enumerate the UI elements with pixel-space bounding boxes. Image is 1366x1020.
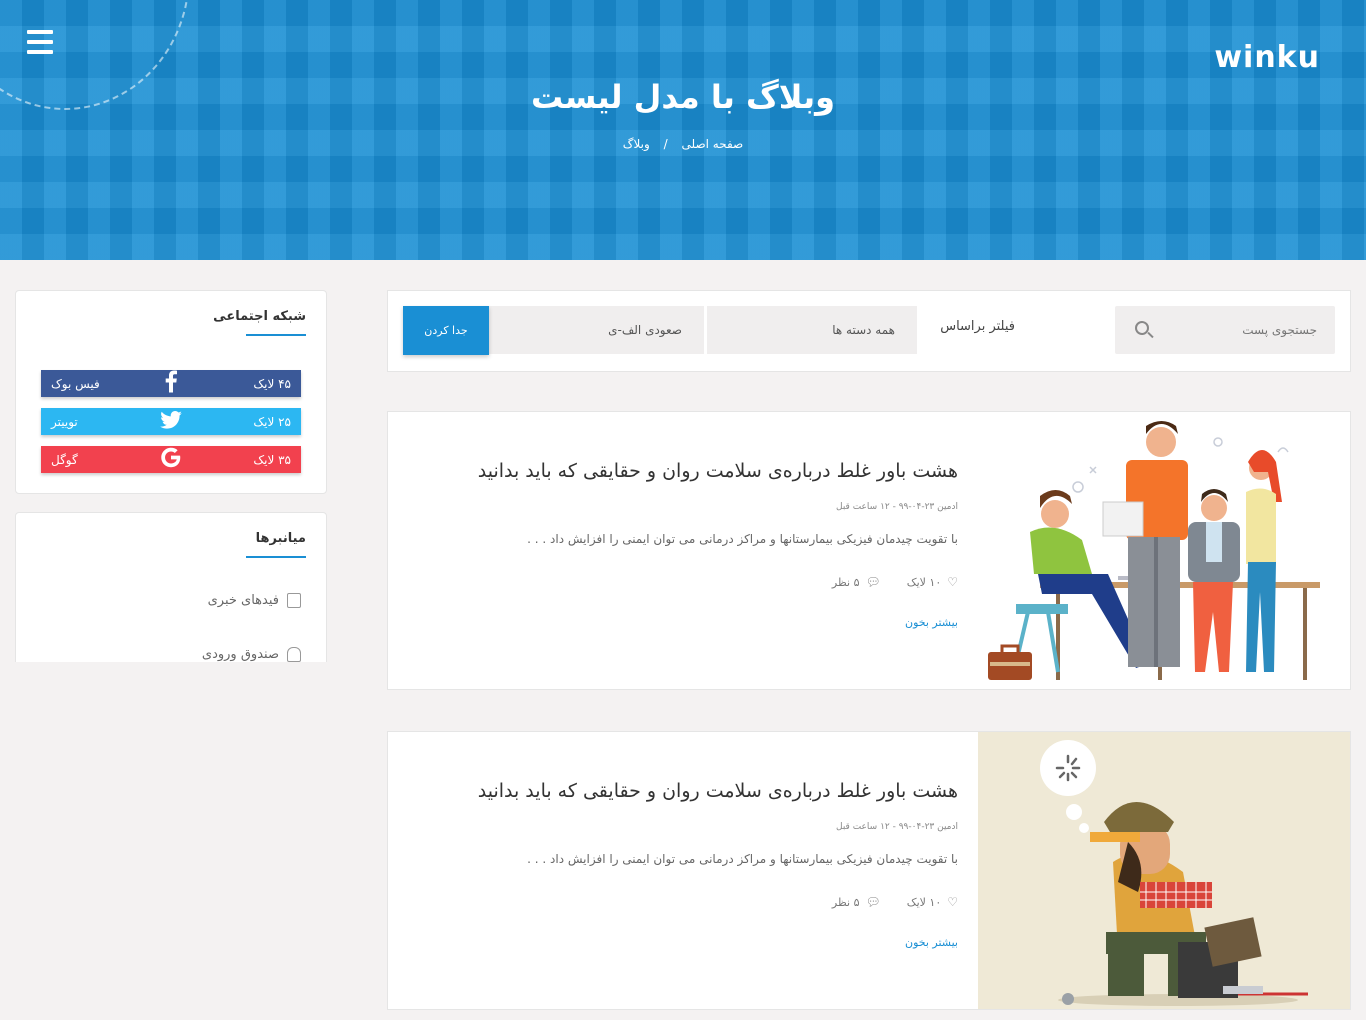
social-name: گوگل [51, 452, 78, 467]
shortcut-label: صندوق ورودی [201, 647, 279, 662]
shortcut-label: فیدهای خبری [207, 593, 279, 608]
social-name: توییتر [51, 414, 78, 429]
shortcuts-widget: میانبرها فیدهای خبری صندوق ورودی [15, 512, 327, 662]
shortcut-newsfeed[interactable]: فیدهای خبری [208, 593, 301, 608]
breadcrumb-blog[interactable]: وبلاگ [623, 137, 650, 151]
page-title: وبلاگ با مدل لیست [531, 78, 835, 116]
post-image[interactable] [978, 412, 1350, 689]
inbox-icon [287, 647, 301, 662]
shortcut-inbox[interactable]: صندوق ورودی [202, 647, 301, 662]
heart-icon: ♡ [947, 895, 958, 909]
like-count[interactable]: ♡ ۱۰ لایک [907, 575, 958, 589]
comment-label: ۵ نظر [831, 575, 860, 589]
social-likes: ۴۵ لایک [253, 376, 291, 391]
breadcrumb-separator: / [663, 137, 668, 151]
twitter-icon [160, 410, 182, 434]
search-icon[interactable] [1135, 321, 1149, 335]
read-more-link[interactable]: بیشتر بخون [905, 936, 958, 949]
comment-icon: 💬︎ [865, 895, 881, 909]
comment-icon: 💬︎ [865, 575, 881, 589]
post-stats: ♡ ۱۰ لایک 💬︎ ۵ نظر [832, 575, 958, 589]
read-more-link[interactable]: بیشتر بخون [905, 616, 958, 629]
social-network-widget: شبکه اجتماعی ۴۵ لایک فیس بوک ۲۵ لایک توی… [15, 290, 327, 494]
logo[interactable]: winku [1214, 40, 1320, 75]
like-count[interactable]: ♡ ۱۰ لایک [907, 895, 958, 909]
facebook-button[interactable]: ۴۵ لایک فیس بوک [41, 370, 301, 397]
search-box[interactable] [1115, 306, 1335, 354]
google-icon [160, 446, 182, 473]
post-image[interactable] [978, 732, 1350, 1009]
comment-label: ۵ نظر [831, 895, 860, 909]
page-header: winku وبلاگ با مدل لیست صفحه اصلی / وبلا… [0, 0, 1366, 260]
search-input[interactable] [1145, 306, 1335, 354]
hamburger-menu-icon[interactable] [27, 30, 53, 54]
filter-bar: فیلتر براساس همه دسته ها صعودی الف-ی جدا… [387, 290, 1351, 372]
facebook-icon [164, 370, 178, 397]
filter-label: فیلتر براساس [940, 319, 1015, 334]
heart-icon: ♡ [947, 575, 958, 589]
social-name: فیس بوک [51, 376, 100, 391]
sort-select[interactable]: صعودی الف-ی [488, 306, 704, 354]
post-content: هشت باور غلط درباره‌ی سلامت روان و حقایق… [478, 732, 958, 1009]
post-stats: ♡ ۱۰ لایک 💬︎ ۵ نظر [832, 895, 958, 909]
blog-post: هشت باور غلط درباره‌ی سلامت روان و حقایق… [387, 731, 1351, 1010]
post-title[interactable]: هشت باور غلط درباره‌ی سلامت روان و حقایق… [478, 460, 958, 482]
widget-title: شبکه اجتماعی [213, 309, 306, 336]
like-label: ۱۰ لایک [906, 895, 942, 909]
comment-count[interactable]: 💬︎ ۵ نظر [832, 895, 881, 909]
breadcrumb: صفحه اصلی / وبلاگ [0, 137, 1366, 151]
widget-title: میانبرها [245, 531, 307, 558]
post-meta: ادمین ۲۳-۰۴-۹۹ - ۱۲ ساعت قبل [836, 502, 958, 512]
blog-post: هشت باور غلط درباره‌ی سلامت روان و حقایق… [387, 411, 1351, 690]
post-excerpt: با تقویت چیدمان فیزیکی بیمارستانها و مرا… [527, 852, 958, 866]
google-button[interactable]: ۳۵ لایک گوگل [41, 446, 301, 473]
social-likes: ۲۵ لایک [253, 414, 291, 429]
post-meta: ادمین ۲۳-۰۴-۹۹ - ۱۲ ساعت قبل [836, 822, 958, 832]
twitter-button[interactable]: ۲۵ لایک توییتر [41, 408, 301, 435]
breadcrumb-home[interactable]: صفحه اصلی [681, 137, 743, 151]
post-content: هشت باور غلط درباره‌ی سلامت روان و حقایق… [478, 412, 958, 689]
social-likes: ۳۵ لایک [253, 452, 291, 467]
post-excerpt: با تقویت چیدمان فیزیکی بیمارستانها و مرا… [527, 532, 958, 546]
sort-submit-button[interactable]: جدا کردن [403, 306, 489, 355]
comment-count[interactable]: 💬︎ ۵ نظر [832, 575, 881, 589]
post-title[interactable]: هشت باور غلط درباره‌ی سلامت روان و حقایق… [478, 780, 958, 802]
like-label: ۱۰ لایک [906, 575, 942, 589]
category-select[interactable]: همه دسته ها [707, 306, 917, 354]
clipboard-icon [287, 593, 301, 608]
